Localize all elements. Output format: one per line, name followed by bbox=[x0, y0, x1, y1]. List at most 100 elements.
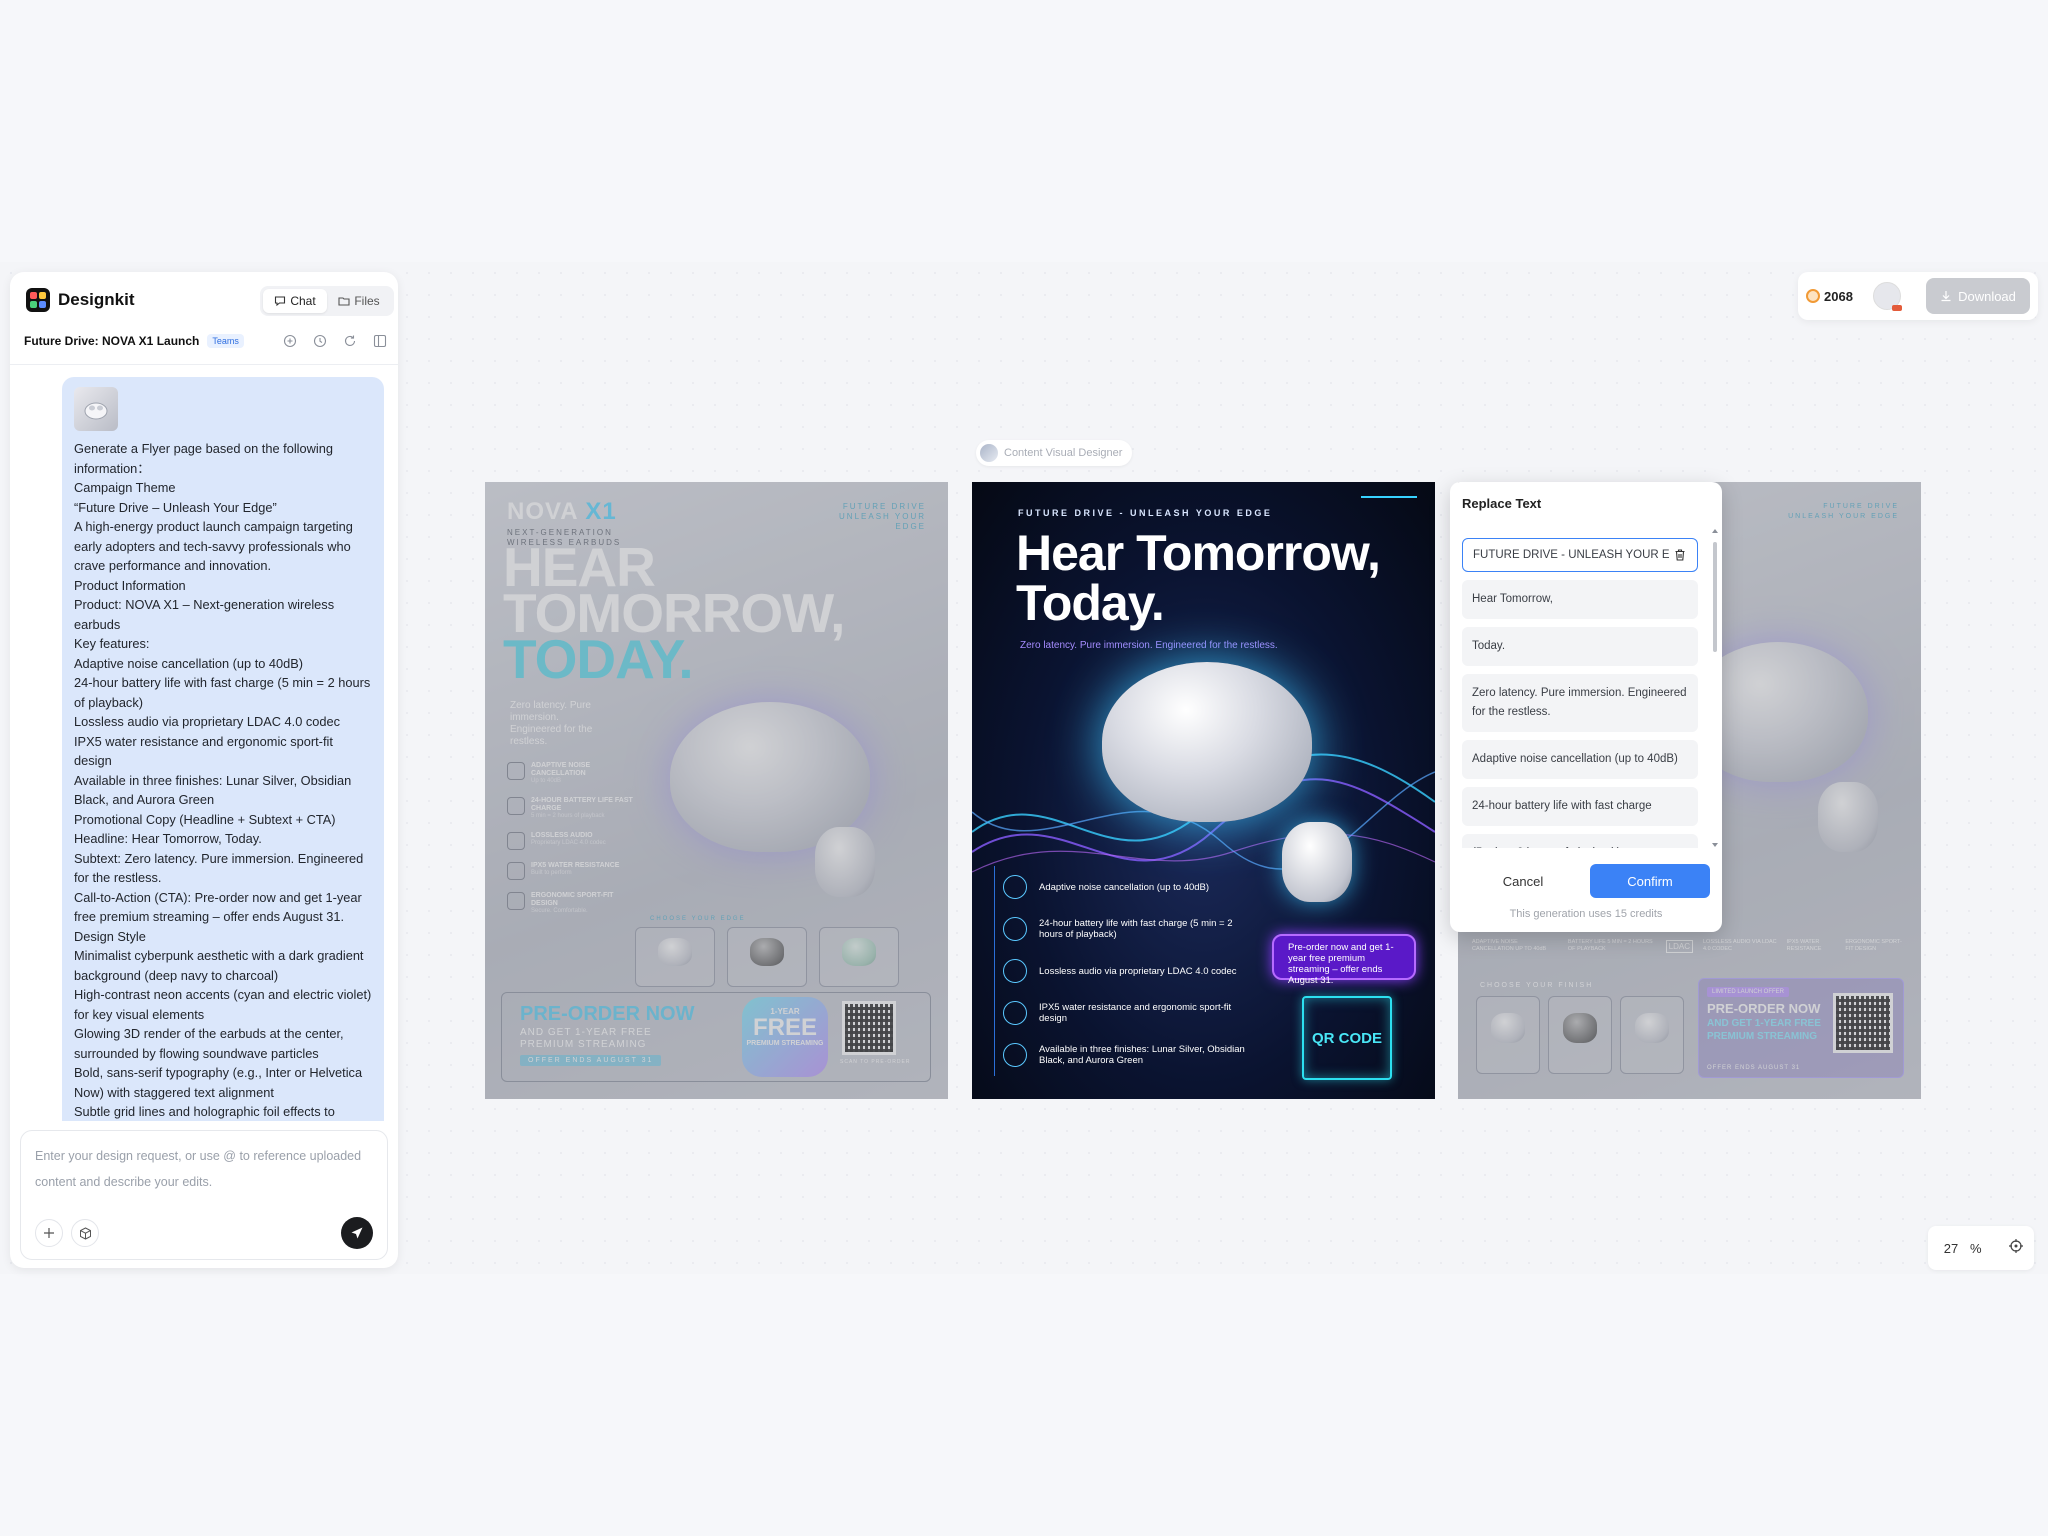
feature-text[interactable]: Available in three finishes: Lunar Silve… bbox=[1039, 1044, 1254, 1066]
tab-chat[interactable]: Chat bbox=[263, 289, 327, 313]
user-avatar[interactable] bbox=[1872, 282, 1902, 311]
text-field[interactable]: Hear Tomorrow, bbox=[1462, 580, 1698, 619]
flyer-variant-2-selected[interactable]: FUTURE DRIVE - UNLEASH YOUR EDGE Hear To… bbox=[972, 482, 1435, 1099]
finish-swatch bbox=[1476, 996, 1540, 1074]
earbud-image bbox=[1282, 822, 1352, 902]
flyer1-choose: CHOOSE YOUR EDGE bbox=[650, 916, 746, 922]
flyer2-headline[interactable]: Hear Tomorrow, Today. bbox=[1016, 528, 1381, 628]
new-chat-icon[interactable] bbox=[282, 333, 298, 349]
message-line: IPX5 water resistance and ergonomic spor… bbox=[74, 733, 333, 769]
flyer2-feature: IPX5 water resistance and ergonomic spor… bbox=[994, 992, 1254, 1034]
add-attachment-button[interactable] bbox=[35, 1219, 63, 1247]
message-line: Promotional Copy (Headline + Subtext + C… bbox=[74, 811, 336, 827]
text-field[interactable]: Adaptive noise cancellation (up to 40dB) bbox=[1462, 740, 1698, 779]
feature-text: ADAPTIVE NOISE CANCELLATION UP TO 40dB bbox=[1472, 939, 1547, 952]
qr-code-image bbox=[842, 1001, 896, 1055]
message-line: Bold, sans-serif typography (e.g., Inter… bbox=[74, 1065, 363, 1100]
flyer1-feature: ADAPTIVE NOISE CANCELLATION Up to 40dB bbox=[507, 762, 637, 785]
confirm-button[interactable]: Confirm bbox=[1590, 864, 1710, 898]
flyer-variant-1[interactable]: NOVA X1 NEXT-GENERATION WIRELESS EARBUDS… bbox=[485, 482, 948, 1099]
replace-text-list[interactable]: FUTURE DRIVE - UNLEASH YOUR EDGE Hear To… bbox=[1462, 538, 1698, 848]
text-field[interactable]: Zero latency. Pure immersion. Engineered… bbox=[1462, 674, 1698, 732]
text-field-value[interactable]: FUTURE DRIVE - UNLEASH YOUR EDGE bbox=[1473, 546, 1669, 565]
feature-desc: Proprietary LDAC 4.0 codec bbox=[531, 840, 606, 846]
text-field[interactable]: (5 min = 2 hours of playback) bbox=[1462, 834, 1698, 848]
feature-text[interactable]: Adaptive noise cancellation (up to 40dB) bbox=[1039, 882, 1209, 893]
plus-icon bbox=[44, 1228, 54, 1238]
composer-input[interactable]: Enter your design request, or use @ to r… bbox=[35, 1143, 373, 1195]
feature-text[interactable]: 24-hour battery life with fast charge (5… bbox=[1039, 918, 1254, 940]
flyer3-tag: FUTURE DRIVE UNLEASH YOUR EDGE bbox=[1788, 503, 1899, 520]
finish-swatch bbox=[1620, 996, 1684, 1074]
feature-text: BATTERY LIFE 5 MIN = 2 HOURS OF PLAYBACK bbox=[1567, 939, 1653, 952]
flyer1-feature: ERGONOMIC SPORT-FIT DESIGN Secure. Comfor… bbox=[507, 892, 637, 915]
text-field-tagline[interactable]: FUTURE DRIVE - UNLEASH YOUR EDGE bbox=[1462, 538, 1698, 572]
flyer2-tag[interactable]: FUTURE DRIVE - UNLEASH YOUR EDGE bbox=[1018, 508, 1272, 518]
feature-icon bbox=[507, 832, 525, 850]
audio-wave-icon bbox=[1003, 959, 1027, 983]
download-button[interactable]: Download bbox=[1926, 278, 2030, 314]
designkit-logo-icon bbox=[26, 288, 50, 312]
flyer2-qr-placeholder[interactable]: QR CODE bbox=[1302, 996, 1392, 1080]
earbuds-thumbnail-icon bbox=[84, 402, 108, 420]
message-line: Key features: bbox=[74, 636, 150, 651]
flyer1-cta: PRE-ORDER NOW AND GET 1-YEAR FREE PREMIU… bbox=[501, 992, 931, 1082]
agent-label-text: Content Visual Designer bbox=[1004, 447, 1123, 459]
feature-title: IPX5 WATER RESISTANCE bbox=[531, 862, 620, 869]
flyer1-headline: HEAR TOMORROW, TODAY. bbox=[503, 540, 845, 687]
flyer1-free-badge: 1-YEAR FREE PREMIUM STREAMING bbox=[742, 997, 828, 1077]
flyer3-cta-sub: AND GET 1-YEAR FREE PREMIUM STREAMING bbox=[1707, 1018, 1821, 1042]
credits-value: 2068 bbox=[1824, 288, 1853, 304]
flyer2-cta[interactable]: Pre-order now and get 1-year free premiu… bbox=[1272, 934, 1416, 986]
flyer1-tag: FUTURE DRIVE UNLEASH YOUR EDGE bbox=[839, 502, 926, 531]
history-icon[interactable] bbox=[312, 333, 328, 349]
trash-icon[interactable] bbox=[1673, 548, 1687, 562]
refresh-icon[interactable] bbox=[342, 333, 358, 349]
flyer2-subtext[interactable]: Zero latency. Pure immersion. Engineered… bbox=[1020, 640, 1278, 651]
collapse-panel-icon[interactable] bbox=[372, 333, 388, 349]
download-icon bbox=[1941, 291, 1951, 302]
cancel-button[interactable]: Cancel bbox=[1462, 864, 1584, 898]
brand[interactable]: Designkit bbox=[26, 288, 135, 312]
scroll-up-arrow-icon[interactable] bbox=[1712, 528, 1718, 534]
feature-icon bbox=[507, 762, 525, 780]
chat-messages[interactable]: Generate a Flyer page based on the follo… bbox=[10, 365, 398, 1121]
model-cube-button[interactable] bbox=[71, 1219, 99, 1247]
flyer1-feature: IPX5 WATER RESISTANCE Built to perform bbox=[507, 862, 637, 880]
send-button[interactable] bbox=[341, 1217, 373, 1249]
scroll-down-arrow-icon[interactable] bbox=[1712, 842, 1718, 848]
user-message: Generate a Flyer page based on the follo… bbox=[62, 377, 384, 1121]
agent-avatar-icon bbox=[980, 444, 998, 462]
earbud-image bbox=[815, 827, 875, 897]
feature-text[interactable]: Lossless audio via proprietary LDAC 4.0 … bbox=[1039, 966, 1237, 977]
finish-swatch bbox=[727, 927, 807, 987]
feature-text: ERGONOMIC SPORT-FIT DESIGN bbox=[1845, 939, 1902, 952]
finish-swatch bbox=[1548, 996, 1612, 1074]
project-title[interactable]: Future Drive: NOVA X1 Launch bbox=[24, 334, 199, 348]
top-toolbar: 2068 Download bbox=[1798, 272, 2038, 320]
scrollbar-thumb[interactable] bbox=[1713, 542, 1717, 652]
text-field[interactable]: Today. bbox=[1462, 627, 1698, 666]
finish-swatch bbox=[635, 927, 715, 987]
feature-text: LOSSLESS AUDIO VIA LDAC 4.0 CODEC bbox=[1702, 939, 1777, 952]
tab-files[interactable]: Files bbox=[327, 289, 391, 313]
credit-cost-note: This generation uses 15 credits bbox=[1509, 908, 1663, 920]
flyer1-swatches bbox=[635, 927, 899, 987]
flyer2-head-line2[interactable]: Today. bbox=[1016, 578, 1380, 628]
attached-image-thumbnail[interactable] bbox=[74, 387, 118, 431]
text-field[interactable]: 24-hour battery life with fast charge bbox=[1462, 787, 1698, 826]
fit-to-screen-icon[interactable] bbox=[2008, 1238, 2024, 1259]
feature-text: LDAC bbox=[1665, 939, 1693, 953]
zoom-value[interactable]: 27 bbox=[1938, 1241, 1964, 1256]
flyer2-head-line1[interactable]: Hear Tomorrow, bbox=[1016, 528, 1381, 578]
feature-title: 24-HOUR BATTERY LIFE FAST CHARGE bbox=[531, 797, 633, 812]
flyer2-feature: Lossless audio via proprietary LDAC 4.0 … bbox=[994, 950, 1254, 992]
message-line: Minimalist cyberpunk aesthetic with a da… bbox=[74, 948, 364, 983]
dialog-scrollbar[interactable] bbox=[1712, 528, 1718, 848]
message-line: High-contrast neon accents (cyan and ele… bbox=[74, 987, 372, 1022]
feature-desc: Up to 40dB bbox=[531, 778, 562, 784]
credits-balance[interactable]: 2068 bbox=[1806, 289, 1853, 304]
canvas-agent-label[interactable]: Content Visual Designer bbox=[976, 440, 1133, 466]
feature-icon bbox=[507, 892, 525, 910]
feature-text[interactable]: IPX5 water resistance and ergonomic spor… bbox=[1039, 1002, 1254, 1024]
